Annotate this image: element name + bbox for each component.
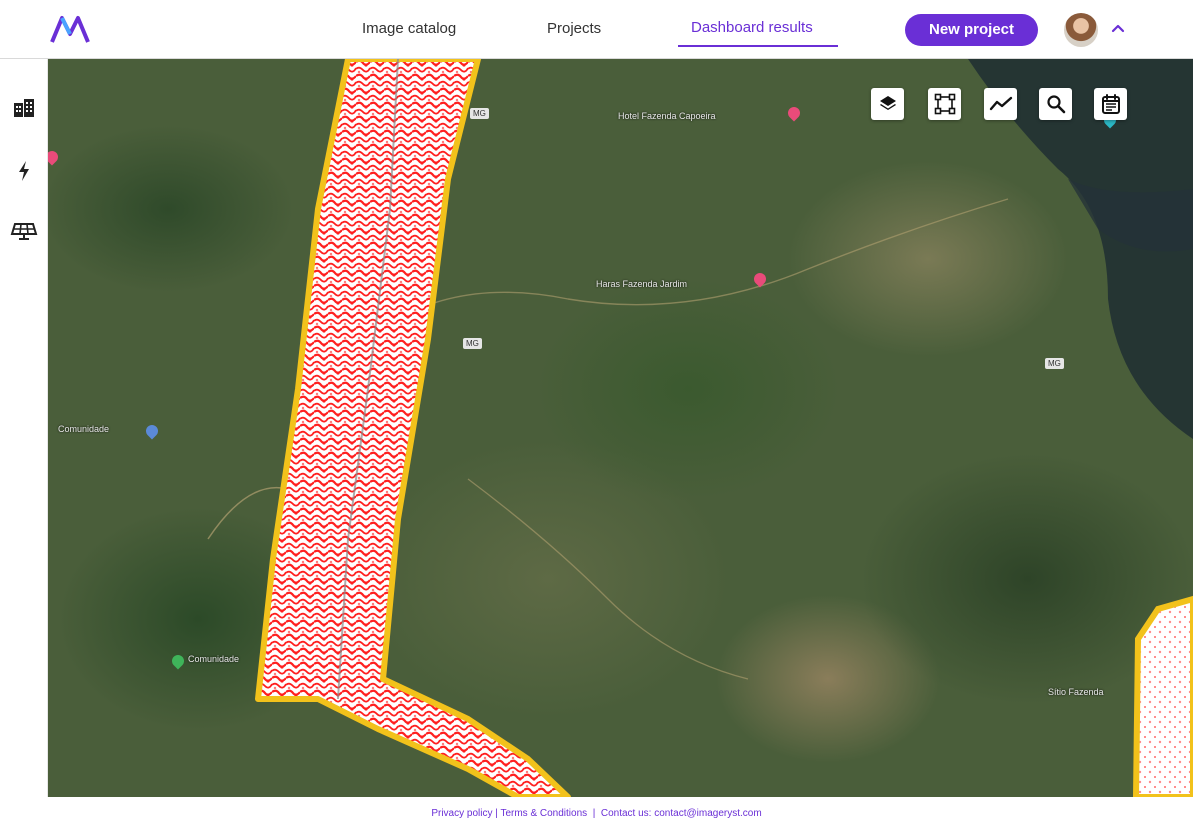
nav-image-catalog[interactable]: Image catalog (362, 18, 456, 42)
user-avatar[interactable] (1064, 13, 1098, 47)
top-header: Image catalog Projects Dashboard results… (0, 0, 1193, 59)
new-project-button[interactable]: New project (905, 14, 1038, 46)
road-number-badge: MG (463, 338, 482, 349)
privacy-policy-link[interactable]: Privacy policy (431, 808, 492, 819)
map-place-label: Sítio Fazenda (1048, 687, 1104, 697)
polygon-draw-icon (934, 93, 955, 115)
calendar-icon (1101, 94, 1120, 114)
lightning-icon[interactable] (10, 157, 38, 185)
search-button[interactable] (1039, 88, 1072, 120)
line-chart-icon (989, 96, 1012, 111)
contact-email-link[interactable]: contact@imageryst.com (654, 808, 761, 819)
contact-prefix: Contact us: (600, 808, 652, 819)
buildings-icon[interactable] (10, 95, 38, 123)
chevron-up-icon[interactable] (1109, 20, 1127, 38)
left-sidebar (0, 59, 48, 797)
layers-button[interactable] (871, 88, 904, 120)
map-place-label: Comunidade (188, 654, 240, 664)
nav-projects[interactable]: Projects (547, 18, 601, 42)
nav-dashboard-results[interactable]: Dashboard results (691, 17, 813, 41)
road-number-badge: MG (470, 108, 489, 119)
footer: Privacy policy | Terms & Conditions | Co… (0, 798, 1193, 830)
calendar-button[interactable] (1094, 88, 1127, 120)
app-root: Image catalog Projects Dashboard results… (0, 0, 1193, 830)
solar-panel-icon[interactable] (10, 217, 38, 245)
active-tab-indicator (678, 45, 838, 47)
draw-polygon-button[interactable] (928, 88, 961, 120)
road-number-badge: MG (1045, 358, 1064, 369)
terms-link[interactable]: Terms & Conditions (500, 808, 587, 819)
layers-icon (879, 96, 896, 110)
imageryst-logo-icon[interactable] (50, 14, 90, 44)
search-icon (1046, 95, 1065, 114)
chart-button[interactable] (984, 88, 1017, 120)
map-place-label: Hotel Fazenda Capoeira (618, 111, 716, 121)
map-place-label: Haras Fazenda Jardim (596, 279, 688, 289)
footer-separator: | (589, 808, 601, 819)
satellite-map[interactable]: Hotel Fazenda Capoeira Haras Fazenda Jar… (48, 59, 1193, 797)
map-place-label: Comunidade (58, 424, 110, 434)
map-overlay (207, 59, 1193, 797)
